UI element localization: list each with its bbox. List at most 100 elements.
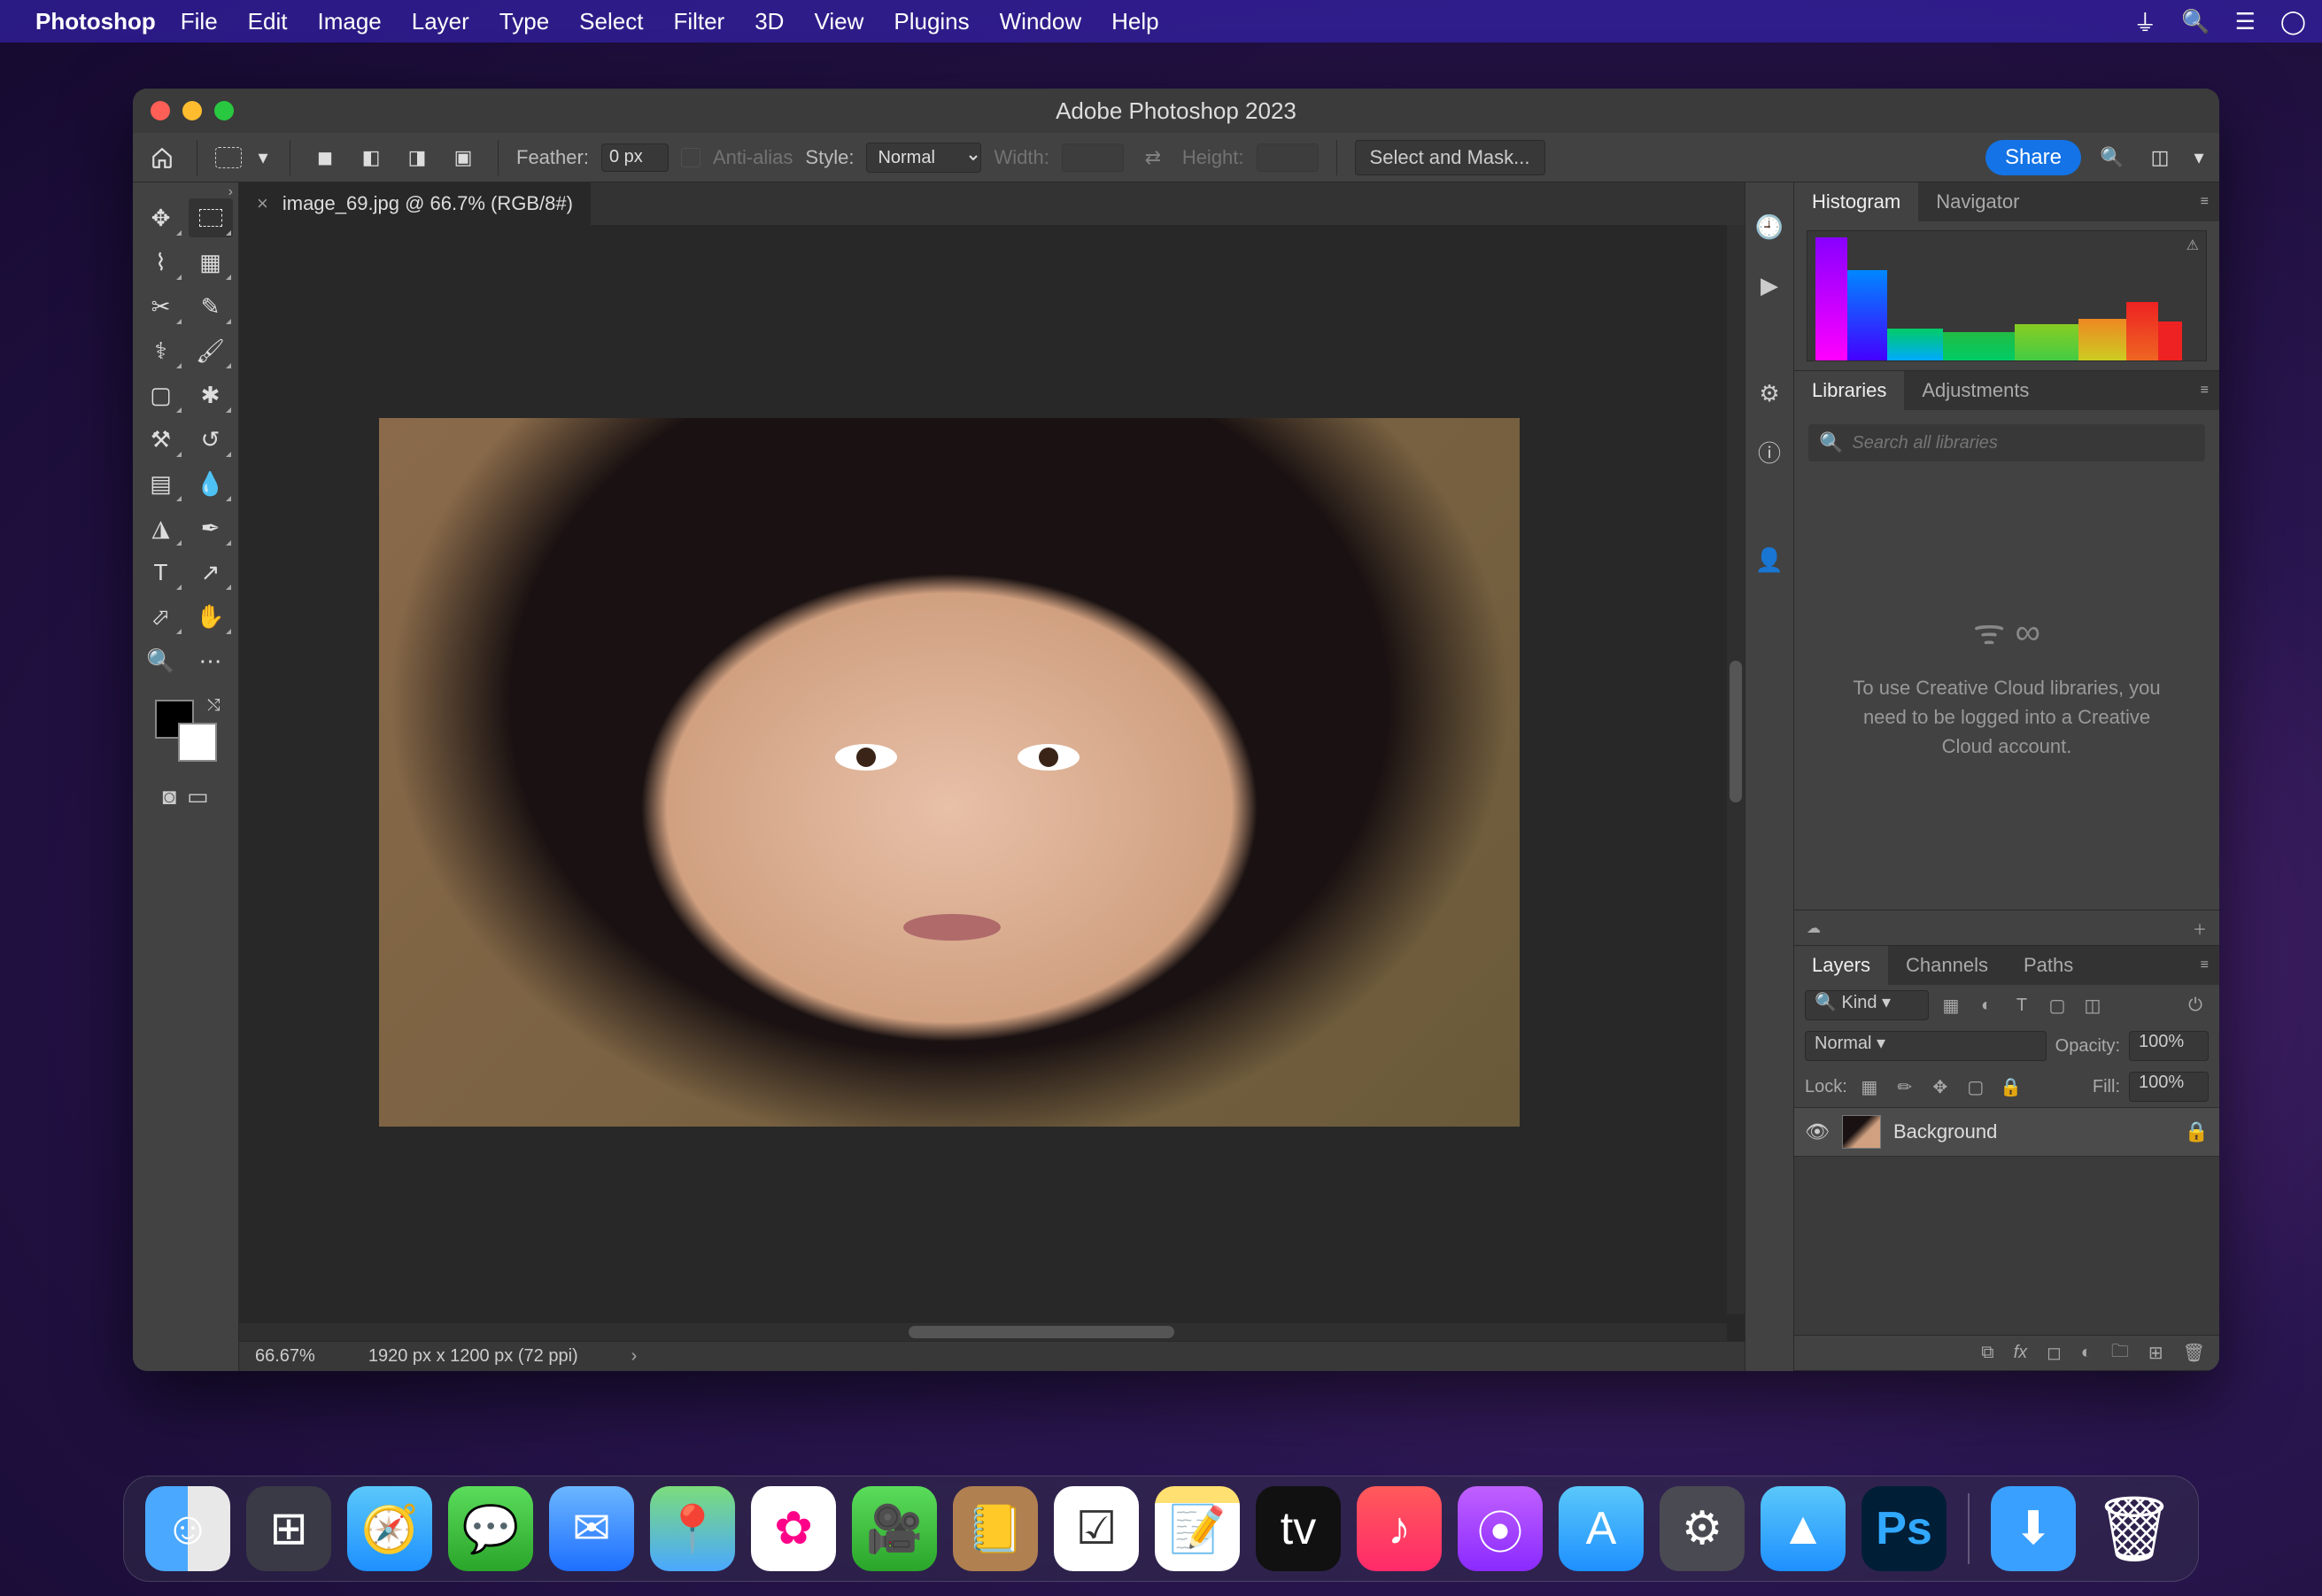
pen-tool[interactable]: ✒ <box>189 508 233 547</box>
new-group-icon[interactable]: 🗀 <box>2111 1338 2129 1368</box>
zoom-tool[interactable]: 🔍 <box>139 641 183 680</box>
style-select[interactable]: Normal <box>866 143 981 173</box>
content-aware-move-tool[interactable]: ✱ <box>189 376 233 414</box>
tab-close-icon[interactable]: × <box>257 192 268 215</box>
blend-mode-select[interactable]: Normal ▾ <box>1805 1031 2047 1061</box>
dock-messages[interactable]: 💬 <box>448 1486 533 1571</box>
dock-tv[interactable]: tv <box>1256 1486 1341 1571</box>
dock-settings[interactable]: ⚙ <box>1660 1486 1745 1571</box>
filter-smart-icon[interactable]: ◫ <box>2079 992 2106 1019</box>
lock-all-icon[interactable]: 🔒 <box>1998 1073 2024 1100</box>
layer-row[interactable]: 👁 Background 🔒 <box>1794 1107 2219 1157</box>
menubar-app-name[interactable]: Photoshop <box>35 8 156 35</box>
object-selection-tool[interactable]: ▦ <box>189 243 233 282</box>
workspace-chevron-icon[interactable]: ▾ <box>2191 141 2207 174</box>
tab-histogram[interactable]: Histogram <box>1794 182 1918 221</box>
type-tool[interactable]: T <box>139 553 183 592</box>
layer-lock-icon[interactable]: 🔒 <box>2185 1120 2209 1143</box>
filter-pixel-icon[interactable]: ▦ <box>1938 992 1964 1019</box>
layer-filter-type[interactable]: 🔍 Kind ▾ <box>1805 990 1929 1020</box>
libraries-panel-menu-icon[interactable]: ≡ <box>2190 371 2219 410</box>
tab-channels[interactable]: Channels <box>1888 946 2006 985</box>
filter-adjustment-icon[interactable]: ◐ <box>1973 992 2000 1019</box>
new-selection-icon[interactable]: ◼ <box>308 141 342 174</box>
quick-mask-icon[interactable]: ◙ <box>162 783 176 810</box>
menu-3d[interactable]: 3D <box>755 8 784 35</box>
rectangular-marquee-tool[interactable] <box>189 198 233 237</box>
new-library-icon[interactable]: ＋ <box>2193 918 2207 939</box>
dock-facetime[interactable]: 🎥 <box>852 1486 937 1571</box>
tool-preset-chevron-icon[interactable]: ▾ <box>254 141 272 174</box>
lock-move-icon[interactable]: ✥ <box>1927 1073 1954 1100</box>
lock-position-icon[interactable]: ✏ <box>1892 1073 1918 1100</box>
control-center-icon[interactable]: ☰ <box>2235 8 2256 35</box>
direct-selection-tool[interactable]: ⬀ <box>139 597 183 636</box>
vertical-scrollbar[interactable] <box>1727 225 1745 1314</box>
tab-libraries[interactable]: Libraries <box>1794 371 1904 410</box>
filter-shape-icon[interactable]: ▢ <box>2044 992 2070 1019</box>
libraries-search-input[interactable] <box>1852 433 2194 453</box>
intersect-selection-icon[interactable]: ▣ <box>446 141 480 174</box>
dock-downloads[interactable]: ⬇ <box>1991 1486 2076 1571</box>
lock-pixels-icon[interactable]: ▦ <box>1856 1073 1883 1100</box>
crop-tool[interactable]: ✂ <box>139 287 183 326</box>
menu-help[interactable]: Help <box>1111 8 1158 35</box>
opacity-input[interactable]: 100% <box>2129 1031 2209 1061</box>
delete-layer-icon[interactable]: 🗑 <box>2183 1342 2205 1364</box>
layer-visibility-icon[interactable]: 👁 <box>1805 1120 1830 1143</box>
layer-fx-icon[interactable]: fx <box>2014 1343 2028 1363</box>
fill-input[interactable]: 100% <box>2129 1072 2209 1102</box>
swap-colors-icon[interactable]: ⤭ <box>207 696 220 715</box>
blur-tool[interactable]: 💧 <box>189 464 233 503</box>
dock-mail[interactable]: ✉ <box>549 1486 634 1571</box>
workspace-icon[interactable]: ◫ <box>2143 141 2177 174</box>
menu-select[interactable]: Select <box>579 8 643 35</box>
dock-peaks-app[interactable]: ▲ <box>1761 1486 1846 1571</box>
properties-panel-icon[interactable]: ⚙ <box>1752 376 1787 411</box>
menu-view[interactable]: View <box>814 8 863 35</box>
filter-type-icon[interactable]: T <box>2009 992 2035 1019</box>
dock-safari[interactable]: 🧭 <box>347 1486 432 1571</box>
dodge-tool[interactable]: ◮ <box>139 508 183 547</box>
clone-stamp-tool[interactable]: ⚒ <box>139 420 183 459</box>
frame-tool[interactable]: ▢ <box>139 376 183 414</box>
dock-trash[interactable]: 🗑 <box>2092 1486 2177 1571</box>
menu-plugins[interactable]: Plugins <box>894 8 969 35</box>
home-icon[interactable] <box>145 141 179 174</box>
path-selection-tool[interactable]: ↗ <box>189 553 233 592</box>
menu-window[interactable]: Window <box>1000 8 1081 35</box>
layer-name[interactable]: Background <box>1893 1120 1997 1143</box>
document-tab[interactable]: × image_69.jpg @ 66.7% (RGB/8#) <box>239 182 591 225</box>
dock-maps[interactable]: 📍 <box>650 1486 735 1571</box>
dock-contacts[interactable]: 📒 <box>953 1486 1038 1571</box>
layer-thumbnail[interactable] <box>1842 1115 1881 1149</box>
menu-layer[interactable]: Layer <box>412 8 469 35</box>
dock-photoshop[interactable]: Ps <box>1861 1486 1947 1571</box>
layer-mask-icon[interactable]: ◻ <box>2047 1342 2062 1364</box>
character-panel-icon[interactable]: 👤 <box>1752 542 1787 577</box>
dock-podcasts[interactable]: ⦿ <box>1458 1486 1543 1571</box>
siri-icon[interactable]: ◯ <box>2280 8 2306 35</box>
zoom-value[interactable]: 66.67% <box>255 1346 315 1367</box>
horizontal-scrollbar[interactable] <box>239 1323 1727 1341</box>
libraries-search[interactable]: 🔍 <box>1808 424 2205 461</box>
canvas-viewport[interactable] <box>239 225 1745 1341</box>
eyedropper-tool[interactable]: ✎ <box>189 287 233 326</box>
menu-file[interactable]: File <box>181 8 218 35</box>
dock-reminders[interactable]: ☑ <box>1054 1486 1139 1571</box>
history-panel-icon[interactable]: 🕘 <box>1752 209 1787 244</box>
tab-paths[interactable]: Paths <box>2006 946 2091 985</box>
select-and-mask-button[interactable]: Select and Mask... <box>1355 140 1545 175</box>
brush-tool[interactable]: 🖌 <box>189 331 233 370</box>
window-titlebar[interactable]: Adobe Photoshop 2023 <box>133 89 2219 133</box>
menu-filter[interactable]: Filter <box>673 8 724 35</box>
edit-toolbar[interactable]: ⋯ <box>189 641 233 680</box>
menu-type[interactable]: Type <box>499 8 549 35</box>
menu-image[interactable]: Image <box>317 8 381 35</box>
link-layers-icon[interactable]: ⧉ <box>1981 1343 1993 1363</box>
wifi-icon[interactable]: ⏚ <box>2133 5 2156 38</box>
lasso-tool[interactable]: ⌇ <box>139 243 183 282</box>
histogram-warning-icon[interactable]: ⚠ <box>2187 236 2199 254</box>
spot-healing-tool[interactable]: ⚕ <box>139 331 183 370</box>
add-selection-icon[interactable]: ◧ <box>354 141 388 174</box>
